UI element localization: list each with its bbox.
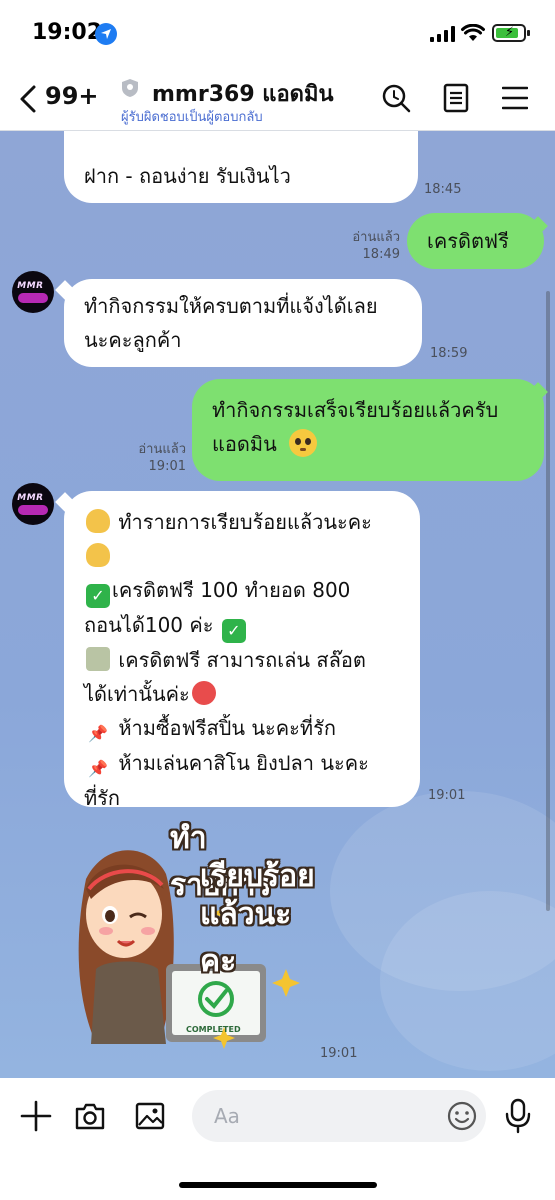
sticker-badge: COMPLETED — [186, 1025, 241, 1034]
check-emoji-icon: ✓ — [86, 584, 110, 608]
pin-emoji-icon: 📌 — [88, 759, 108, 778]
input-placeholder: Aa — [214, 1104, 240, 1128]
message-time: 18:45 — [424, 182, 462, 197]
shield-icon — [122, 79, 138, 97]
camera-icon[interactable] — [74, 1100, 106, 1132]
read-label: อ่านแล้ว — [138, 442, 186, 457]
message-time: 18:49 — [362, 247, 400, 262]
chat-header: 99+ mmr369 แอดมิน ผู้รับผิดชอบเป็นผู้ตอบ… — [0, 68, 555, 131]
location-icon — [95, 23, 117, 45]
money-emoji-icon — [86, 647, 110, 671]
message-text: ฝาก - ถอนง่าย รับเงินไว — [84, 164, 291, 188]
notes-icon[interactable] — [443, 83, 469, 113]
message-read-status: อ่านแล้ว 18:49 — [330, 229, 400, 263]
message-bubble-received[interactable]: ทำรายการเรียบร้อยแล้วนะคะ ✓ เครดิตฟรี 100… — [64, 491, 420, 810]
back-icon[interactable] — [18, 84, 38, 114]
unread-count[interactable]: 99+ — [45, 82, 99, 110]
message-input[interactable]: Aa — [192, 1090, 486, 1142]
battery-icon: ⚡ — [492, 24, 530, 42]
image-icon[interactable] — [134, 1100, 166, 1132]
message-text: แอดมิน — [212, 432, 277, 456]
read-label: อ่านแล้ว — [352, 230, 400, 245]
avatar-text: MMR — [16, 281, 45, 291]
avatar[interactable]: MMR — [12, 271, 54, 313]
message-text: เครดิตฟรี — [427, 229, 509, 253]
avatar-text: MMR — [16, 493, 45, 503]
plus-icon[interactable] — [20, 1100, 52, 1132]
flower-emoji-icon — [86, 509, 110, 533]
message-read-status: อ่านแล้ว 19:01 — [126, 441, 186, 475]
mic-icon[interactable] — [505, 1098, 531, 1134]
message-text: ทำกิจกรรมเสร็จเรียบร้อยแล้วครับ — [212, 398, 499, 422]
status-time: 19:02 — [32, 20, 103, 45]
signal-icon — [430, 26, 455, 42]
chat-subtitle: ผู้รับผิดชอบเป็นผู้ตอบกลับ — [121, 110, 263, 125]
message-text: เครดิตฟรี สามารถเล่น สล๊อต — [118, 648, 366, 672]
avatar[interactable]: MMR — [12, 483, 54, 525]
check-emoji-icon: ✓ — [221, 619, 246, 643]
pleading-face-icon — [289, 429, 318, 457]
sticker-text: แล้วนะคะ — [200, 897, 292, 979]
scrollbar[interactable] — [546, 291, 550, 911]
message-text: ทำรายการเรียบร้อยแล้วนะคะ — [118, 510, 372, 534]
message-text: ทำกิจกรรมให้ครบตามที่แจ้งได้เลย — [84, 294, 378, 318]
chat-area[interactable]: ฝาก - ถอนง่าย รับเงินไว 18:45 เครดิตฟรี … — [0, 131, 555, 1078]
message-text: เครดิตฟรี 100 ทำยอด 800 — [112, 578, 351, 602]
message-bubble-received[interactable]: ทำกิจกรรมให้ครบตามที่แจ้งได้เลย นะคะลูกค… — [64, 279, 422, 367]
menu-icon[interactable] — [502, 83, 528, 113]
sticker[interactable]: ทำรายการ เรียบร้อย แล้วนะคะ COMPLETED — [66, 819, 315, 1059]
message-text: นะคะลูกค้า — [84, 328, 182, 352]
message-text: ห้ามเล่นคาสิโน ยิงปลา นะคะ — [118, 751, 369, 775]
pin-emoji-icon: 📌 — [88, 724, 108, 743]
status-bar: 19:02 ⚡ — [0, 0, 555, 68]
message-text: ห้ามซื้อฟรีสปิ้น นะคะที่รัก — [118, 716, 336, 740]
message-bubble-received[interactable]: ฝาก - ถอนง่าย รับเงินไว — [64, 131, 418, 203]
message-text: ถอนได้100 ค่ะ — [84, 613, 214, 637]
message-text: ได้เท่านั้นค่ะ — [84, 682, 190, 706]
heart-emoji-icon — [191, 681, 216, 705]
message-time: 19:01 — [428, 788, 466, 803]
home-indicator[interactable] — [179, 1182, 377, 1188]
flower-emoji-icon — [86, 543, 110, 567]
message-bubble-sent[interactable]: เครดิตฟรี — [407, 213, 544, 269]
search-icon[interactable] — [381, 83, 411, 113]
message-bubble-sent[interactable]: ทำกิจกรรมเสร็จเรียบร้อยแล้วครับ แอดมิน — [192, 379, 544, 481]
message-time: 19:01 — [320, 1046, 358, 1061]
emoji-icon[interactable] — [446, 1100, 478, 1132]
wifi-icon — [461, 24, 485, 41]
message-text: ที่รัก — [84, 786, 121, 810]
message-time: 18:59 — [430, 346, 468, 361]
message-time: 19:01 — [148, 459, 186, 474]
